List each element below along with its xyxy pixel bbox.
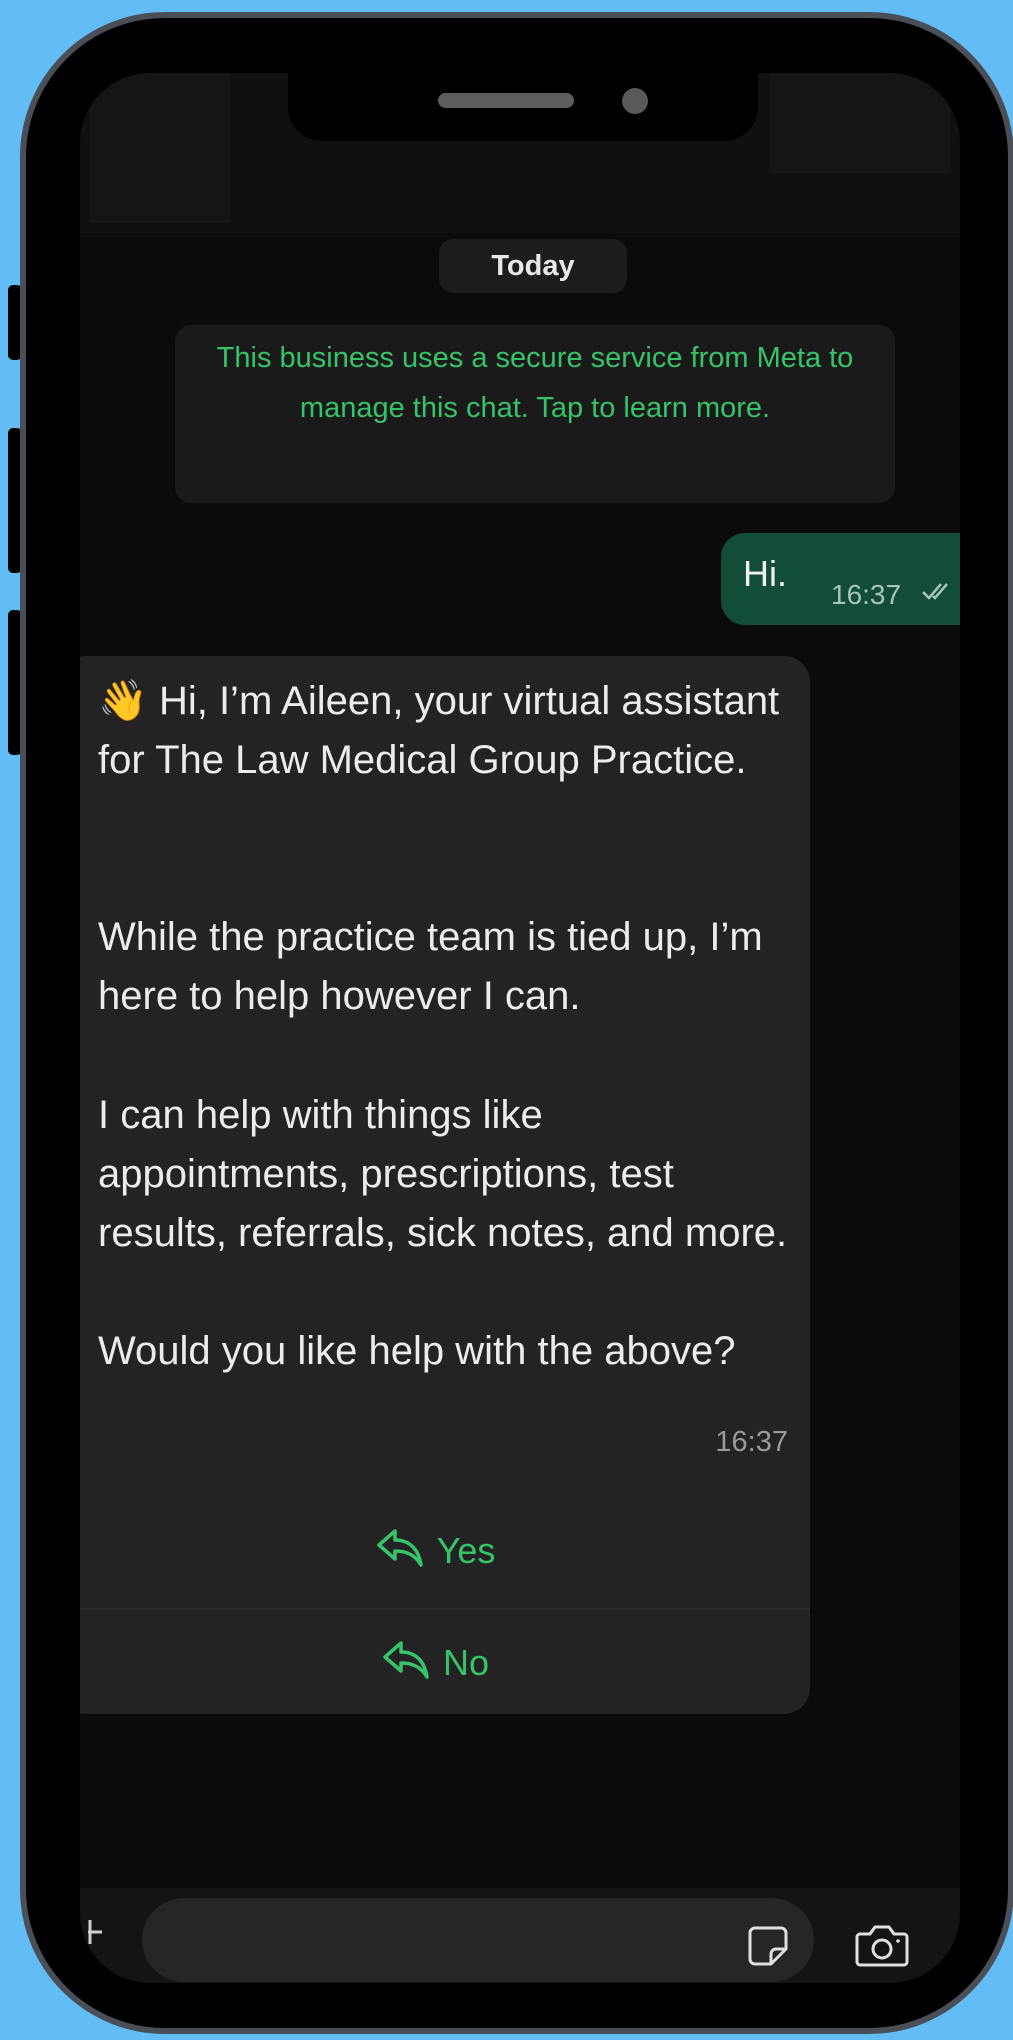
quick-reply-yes-label: Yes — [436, 1530, 496, 1571]
incoming-message-para-1: 👋 Hi, I’m Aileen, your virtual assistant… — [98, 679, 780, 782]
outgoing-message-text: Hi. — [743, 553, 787, 594]
outgoing-message-time: 16:37 — [831, 579, 902, 610]
incoming-message-time: 16:37 — [715, 1426, 788, 1458]
incoming-message-para-3: I can help with things like appointments… — [98, 1093, 788, 1255]
quick-reply-no-button[interactable]: No — [80, 1609, 810, 1717]
front-camera — [622, 88, 648, 114]
stage: Today This business uses a secure servic… — [0, 0, 1013, 2040]
quick-reply-yes-button[interactable]: Yes — [80, 1497, 810, 1605]
quick-reply-no-label: No — [442, 1642, 490, 1683]
incoming-message[interactable]: 👋 Hi, I’m Aileen, your virtual assistant… — [80, 656, 810, 1714]
incoming-message-para-2: While the practice team is tied up, I’m … — [98, 915, 763, 1018]
date-separator: Today — [439, 239, 627, 293]
encryption-notice[interactable]: This business uses a secure service from… — [175, 325, 895, 503]
sticker-icon[interactable] — [747, 1925, 789, 1967]
waving-hand-emoji: 👋 — [98, 679, 148, 723]
message-input[interactable] — [142, 1898, 814, 1982]
speaker-grille — [438, 93, 574, 108]
incoming-message-para-4: Would you like help with the above? — [98, 1329, 736, 1373]
plus-icon[interactable] — [88, 1912, 106, 1952]
phone-screen: Today This business uses a secure servic… — [80, 73, 960, 1983]
reply-arrow-icon — [381, 1637, 431, 1690]
message-composer — [80, 1888, 960, 1983]
reply-arrow-icon — [375, 1525, 425, 1578]
outgoing-message[interactable]: Hi. 16:37 — [721, 533, 960, 625]
camera-icon[interactable] — [854, 1922, 910, 1968]
phone-notch — [288, 73, 758, 141]
double-check-icon — [921, 577, 955, 609]
